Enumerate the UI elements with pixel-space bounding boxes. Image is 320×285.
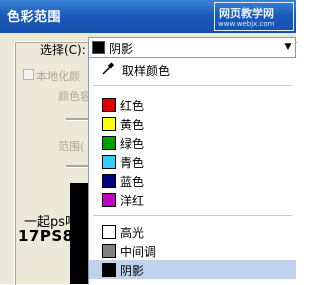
separator — [93, 215, 292, 216]
option-label: 高光 — [120, 226, 145, 240]
range-slider[interactable] — [66, 165, 90, 168]
option-yellows[interactable]: 黄色 — [89, 114, 296, 133]
color-swatch — [102, 98, 116, 112]
select-options-list[interactable]: 取样颜色 红色 黄色 绿色 青色 蓝色 洋红 高光 中间调 阴影 — [88, 57, 296, 284]
color-swatch — [102, 263, 116, 277]
option-label: 红色 — [120, 99, 145, 113]
option-label: 中间调 — [120, 245, 157, 259]
select-label: 选择(C): — [40, 43, 86, 57]
option-sampled-colors[interactable]: 取样颜色 — [89, 60, 296, 79]
eyedropper-icon — [102, 62, 115, 75]
option-midtones[interactable]: 中间调 — [89, 241, 296, 260]
option-label: 绿色 — [120, 137, 145, 151]
title-bar: 色彩范围 网页教学网 www.webjx.com — [0, 0, 296, 33]
option-label: 洋红 — [120, 194, 145, 208]
fuzziness-label: 颜色容 — [58, 90, 88, 103]
color-swatch — [102, 117, 116, 131]
option-label: 蓝色 — [120, 175, 145, 189]
selected-color-swatch — [92, 41, 105, 54]
watermark-url: www.webjx.com — [218, 20, 275, 28]
chevron-down-icon[interactable]: ▼ — [281, 38, 295, 57]
option-magentas[interactable]: 洋红 — [89, 190, 296, 209]
option-label: 取样颜色 — [122, 64, 171, 78]
option-shadows[interactable]: 阴影 — [89, 260, 296, 279]
option-label: 青色 — [120, 156, 145, 170]
fuzziness-slider[interactable] — [66, 118, 90, 121]
select-dropdown[interactable]: 阴影 ▼ — [88, 37, 296, 58]
color-swatch — [102, 193, 116, 207]
option-highlights[interactable]: 高光 — [89, 222, 296, 241]
option-blues[interactable]: 蓝色 — [89, 171, 296, 190]
watermark-logo: 网页教学网 www.webjx.com — [214, 2, 294, 31]
option-reds[interactable]: 红色 — [89, 95, 296, 114]
color-swatch — [102, 155, 116, 169]
selected-value: 阴影 — [109, 42, 134, 56]
color-swatch — [102, 244, 116, 258]
dialog-title: 色彩范围 — [7, 10, 62, 25]
color-swatch — [102, 225, 116, 239]
range-label: 范围( — [58, 140, 85, 153]
localized-color-checkbox[interactable] — [23, 69, 34, 80]
separator — [93, 85, 292, 86]
option-cyans[interactable]: 青色 — [89, 152, 296, 171]
option-label: 阴影 — [120, 264, 145, 278]
color-swatch — [102, 136, 116, 150]
watermark-text: 网页教学网 — [219, 7, 274, 20]
color-swatch — [102, 174, 116, 188]
localized-color-label: 本地化颜 — [36, 70, 80, 83]
option-greens[interactable]: 绿色 — [89, 133, 296, 152]
option-label: 黄色 — [120, 118, 145, 132]
